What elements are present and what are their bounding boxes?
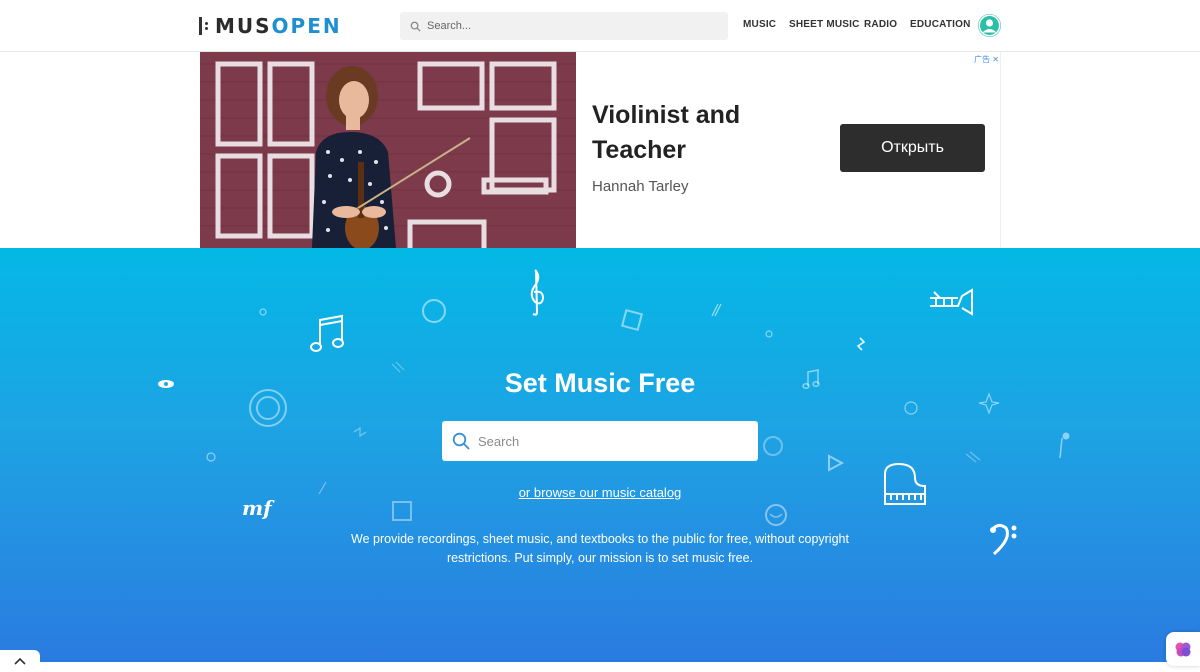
- chevron-up-icon: [14, 657, 26, 665]
- browse-link-container: or browse our music catalog: [0, 484, 1200, 502]
- brain-widget-button[interactable]: [1166, 632, 1200, 666]
- hero-title: Set Music Free: [504, 368, 696, 398]
- ad-subtitle: Hannah Tarley: [592, 178, 689, 195]
- user-avatar-icon[interactable]: [978, 14, 1001, 37]
- browse-catalog-link[interactable]: or browse our music catalog: [519, 485, 682, 500]
- bass-clef-icon: [990, 523, 1017, 556]
- treble-clef-icon: [530, 269, 545, 316]
- brain-icon: [1175, 642, 1191, 657]
- hero-search-input[interactable]: [478, 433, 738, 449]
- advertisement-banner[interactable]: 广告 ✕ Violinist and Teacher Hannah Tarley…: [200, 52, 1001, 248]
- site-header: MUS OPEN MUSIC SHEET MUSIC RADIO EDUCATI…: [0, 0, 1200, 52]
- hero-search-box[interactable]: [442, 421, 758, 461]
- header-search-input[interactable]: [427, 20, 707, 32]
- nav-sheet-music[interactable]: SHEET MUSIC: [789, 19, 860, 30]
- ad-open-button[interactable]: Открыть: [840, 124, 985, 172]
- beamed-notes-icon: [310, 314, 344, 352]
- ad-title: Violinist and Teacher: [592, 101, 741, 164]
- mission-text: We provide recordings, sheet music, and …: [351, 532, 849, 565]
- hero-section: mf Set Music Free or browse our music ca…: [0, 248, 1200, 672]
- nav-education[interactable]: EDUCATION: [910, 19, 971, 30]
- nav-radio[interactable]: RADIO: [864, 19, 897, 30]
- scroll-to-top-button[interactable]: [0, 650, 40, 672]
- header-search[interactable]: [400, 12, 728, 40]
- bottom-strip: [0, 662, 1200, 672]
- ad-photo: [200, 52, 576, 248]
- search-icon: [410, 21, 421, 32]
- logo-mark-icon: [199, 17, 211, 35]
- ad-choices-label[interactable]: 广告 ✕: [974, 54, 999, 65]
- logo-text-mus: MUS: [215, 14, 272, 38]
- search-icon: [452, 432, 470, 450]
- nav-music[interactable]: MUSIC: [743, 19, 776, 30]
- logo-text-open: OPEN: [271, 14, 342, 38]
- musopen-logo[interactable]: MUS OPEN: [199, 14, 342, 38]
- trumpet-icon: [930, 288, 973, 316]
